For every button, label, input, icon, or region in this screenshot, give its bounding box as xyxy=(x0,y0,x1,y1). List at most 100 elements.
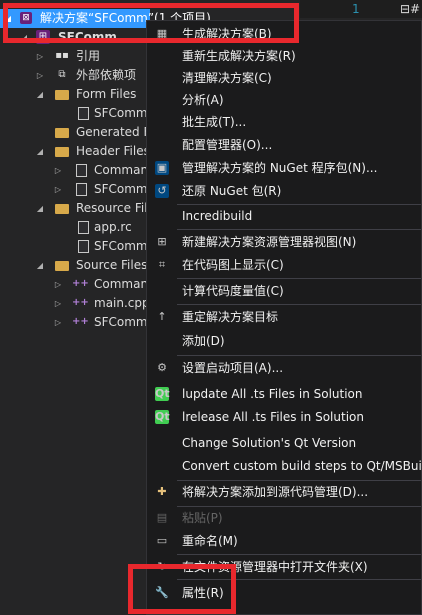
folder-icon xyxy=(55,147,69,157)
tree-item-label: app.rc xyxy=(94,220,132,234)
menu-item-show-on-code-map[interactable]: ⌗ 在代码图上显示(C) xyxy=(147,254,422,276)
tree-item[interactable]: ▷ ++ main.cpp xyxy=(0,294,150,313)
tree-solution-node[interactable]: ◢ ⊠ 解决方案“SFComm”(1 个项目) xyxy=(0,9,211,28)
tree-project-node[interactable]: ◢ ⊞ SFComm xyxy=(0,28,150,47)
gear-icon: ⚙ xyxy=(157,361,167,374)
collapse-icon[interactable]: ◢ xyxy=(35,256,45,275)
menu-item-label: 在代码图上显示(C) xyxy=(182,258,284,272)
menu-separator xyxy=(177,229,421,230)
tree-item-label: SFComm xyxy=(94,239,148,253)
expand-icon[interactable]: ▷ xyxy=(53,313,63,332)
menu-item-open-in-explorer[interactable]: ↻ 在文件资源管理器中打开文件夹(X) xyxy=(147,556,422,578)
tree-item[interactable]: ▷ SFComm xyxy=(0,180,150,199)
folder-open-icon: ↻ xyxy=(157,560,167,573)
expand-icon[interactable]: ▷ xyxy=(53,294,63,313)
tree-item[interactable]: app.rc xyxy=(0,218,150,237)
menu-item-add-to-source-control[interactable]: ✚ 将解决方案添加到源代码管理(D)... xyxy=(147,481,422,503)
menu-item-lrelease[interactable]: Qt lrelease All .ts Files in Solution xyxy=(147,406,422,428)
tree-item[interactable]: ▷ Comman xyxy=(0,161,150,180)
source-control-icon: ✚ xyxy=(157,485,167,498)
collapse-icon[interactable]: ◢ xyxy=(35,142,45,161)
new-view-icon: ⊞ xyxy=(157,235,167,248)
collapse-icon[interactable]: ◢ xyxy=(35,199,45,218)
tree-item-label: 引用 xyxy=(76,49,101,63)
menu-item-restore-nuget[interactable]: ↺ 还原 NuGet 包(R) xyxy=(147,180,422,202)
menu-item-set-startup-project[interactable]: ⚙ 设置启动项目(A)... xyxy=(147,357,422,379)
tree-item[interactable]: SFComm xyxy=(0,237,150,256)
tree-item-label: SFComm xyxy=(94,182,148,196)
tree-item-label: Comman xyxy=(94,163,149,177)
collapse-icon[interactable]: ◢ xyxy=(19,28,29,47)
ui-file-icon xyxy=(78,107,89,120)
tree-item[interactable]: ▷ ▪▪ 引用 xyxy=(0,47,150,66)
tree-item[interactable]: ◢ Source Files xyxy=(0,256,150,275)
tree-item-label: Comman xyxy=(94,277,149,291)
menu-item-label: Incredibuild xyxy=(182,209,253,223)
menu-item-label: 属性(R) xyxy=(182,586,224,600)
tree-item[interactable]: ▷ ++ Comman xyxy=(0,275,150,294)
solution-icon: ⊠ xyxy=(20,12,32,24)
expand-icon[interactable]: ▷ xyxy=(53,161,63,180)
menu-item-batch-build[interactable]: 批生成(T)... xyxy=(147,111,422,133)
tree-item[interactable]: ▷ ++ SFComm xyxy=(0,313,150,332)
menu-item-label: Convert custom build steps to Qt/MSBuild xyxy=(182,459,422,473)
menu-item-convert-build-steps[interactable]: Convert custom build steps to Qt/MSBuild xyxy=(147,455,422,477)
menu-item-label: 计算代码度量值(C) xyxy=(182,284,284,298)
collapse-icon[interactable]: ◢ xyxy=(35,85,45,104)
tree-item-label: SFComm xyxy=(94,315,148,329)
paste-icon: ▤ xyxy=(156,511,168,524)
menu-item-retarget-solution[interactable]: ↑ 重定解决方案目标 xyxy=(147,306,422,328)
menu-item-label: 重命名(M) xyxy=(182,534,238,548)
menu-item-label: 设置启动项目(A)... xyxy=(182,361,284,375)
menu-item-manage-nuget[interactable]: ▣ 管理解决方案的 NuGet 程序包(N)... xyxy=(147,157,422,179)
menu-item-label: 添加(D) xyxy=(182,334,225,348)
expand-icon[interactable]: ▷ xyxy=(53,180,63,199)
menu-item-incredibuild[interactable]: Incredibuild xyxy=(147,205,422,227)
expand-icon[interactable]: ▷ xyxy=(35,47,45,66)
menu-item-paste: ▤ 粘贴(P) xyxy=(147,507,422,529)
tree-item[interactable]: ◢ Form Files xyxy=(0,85,150,104)
menu-item-label: 生成解决方案(B) xyxy=(182,27,272,41)
menu-item-new-explorer-view[interactable]: ⊞ 新建解决方案资源管理器视图(N) xyxy=(147,231,422,253)
menu-item-code-metrics[interactable]: 计算代码度量值(C) xyxy=(147,280,422,302)
header-file-icon xyxy=(76,164,87,177)
tree-item[interactable]: Generated F xyxy=(0,123,150,142)
nuget-icon: ▣ xyxy=(155,161,169,175)
context-menu: ▦ 生成解决方案(B) 重新生成解决方案(R) 清理解决方案(C) 分析(A) … xyxy=(146,20,422,615)
menu-item-label: 新建解决方案资源管理器视图(N) xyxy=(182,235,357,249)
expand-icon[interactable]: ▷ xyxy=(53,275,63,294)
tree-item[interactable]: ◢ Resource Fil xyxy=(0,199,150,218)
folder-icon xyxy=(55,204,69,214)
menu-item-add[interactable]: 添加(D) xyxy=(147,330,422,352)
menu-item-properties[interactable]: 🔧 属性(R) xyxy=(147,582,422,604)
tree-item[interactable]: ▷ ⧉ 外部依赖项 xyxy=(0,66,150,85)
tree-item-label: Generated F xyxy=(76,125,151,139)
menu-item-change-qt-version[interactable]: Change Solution's Qt Version xyxy=(147,432,422,454)
qt-icon: Qt xyxy=(155,410,170,424)
menu-item-rename[interactable]: ▭ 重命名(M) xyxy=(147,530,422,552)
collapse-icon[interactable]: ◢ xyxy=(3,9,13,28)
folder-icon xyxy=(55,90,69,100)
menu-item-lupdate[interactable]: Qt lupdate All .ts Files in Solution xyxy=(147,383,422,405)
menu-item-label: 清理解决方案(C) xyxy=(182,71,272,85)
code-map-icon: ⌗ xyxy=(158,258,166,271)
menu-item-rebuild-solution[interactable]: 重新生成解决方案(R) xyxy=(147,45,422,67)
menu-item-label: 配置管理器(O)... xyxy=(182,138,273,152)
expand-icon[interactable]: ▷ xyxy=(35,66,45,85)
menu-item-analyze[interactable]: 分析(A) xyxy=(147,89,422,111)
folder-icon xyxy=(55,128,69,138)
menu-item-label: 粘贴(P) xyxy=(182,511,223,525)
menu-separator xyxy=(177,304,421,305)
retarget-icon: ↑ xyxy=(157,310,167,323)
folder-icon xyxy=(55,261,69,271)
menu-item-clean-solution[interactable]: 清理解决方案(C) xyxy=(147,67,422,89)
menu-item-label: 还原 NuGet 包(R) xyxy=(182,184,282,198)
tree-item-label: SFComm xyxy=(94,106,148,120)
menu-item-config-manager[interactable]: 配置管理器(O)... xyxy=(147,134,422,156)
tree-item[interactable]: SFComm xyxy=(0,104,150,123)
header-file-icon xyxy=(76,183,87,196)
tree-item[interactable]: ◢ Header Files xyxy=(0,142,150,161)
references-icon: ▪▪ xyxy=(55,50,69,61)
restore-icon: ↺ xyxy=(155,184,169,198)
menu-item-build-solution[interactable]: ▦ 生成解决方案(B) xyxy=(147,23,422,45)
